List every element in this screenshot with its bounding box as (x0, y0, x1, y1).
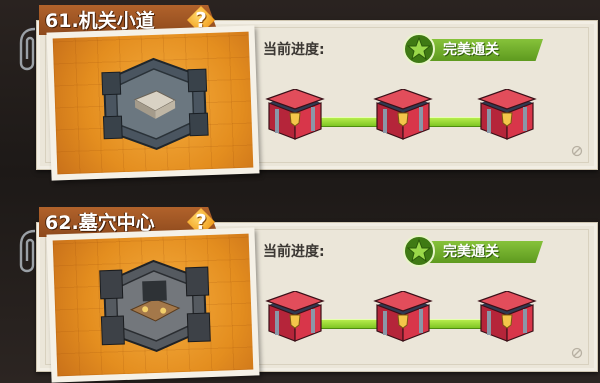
treasure-chest-icon[interactable] (373, 291, 433, 347)
stage-thumbnail-frame (46, 227, 260, 383)
chest-reward-row (265, 89, 565, 149)
fortress-map-icon (101, 57, 209, 150)
chest-reward-row (265, 291, 565, 351)
treasure-chest-icon[interactable] (265, 89, 325, 145)
paperclip-icon (19, 27, 36, 71)
treasure-chest-icon[interactable] (265, 291, 325, 347)
progress-label: 当前进度: (263, 42, 325, 58)
perfect-clear-text: 完美通关 (443, 244, 499, 260)
tomb-map-icon (99, 259, 211, 352)
stage-thumbnail (52, 233, 254, 377)
perfect-clear-text: 完美通关 (443, 42, 499, 58)
paperclip-icon (19, 229, 36, 273)
stage-card-62[interactable]: 62.墓穴中心 ? 当前进度: 完美通关 (19, 207, 598, 383)
treasure-chest-icon[interactable] (373, 89, 433, 145)
star-icon (403, 33, 435, 65)
progress-label: 当前进度: (263, 244, 325, 260)
no-entry-icon (571, 347, 583, 359)
perfect-clear-badge: 完美通关 (403, 235, 543, 267)
treasure-chest-icon[interactable] (477, 89, 537, 145)
star-icon (403, 235, 435, 267)
stage-thumbnail-frame (46, 25, 260, 181)
perfect-clear-badge: 完美通关 (403, 33, 543, 65)
stage-card-61[interactable]: 61.机关小道 ? 当前进度: 完美通关 (19, 5, 598, 181)
no-entry-icon (571, 145, 583, 157)
treasure-chest-icon[interactable] (477, 291, 537, 347)
stage-thumbnail (52, 31, 254, 175)
